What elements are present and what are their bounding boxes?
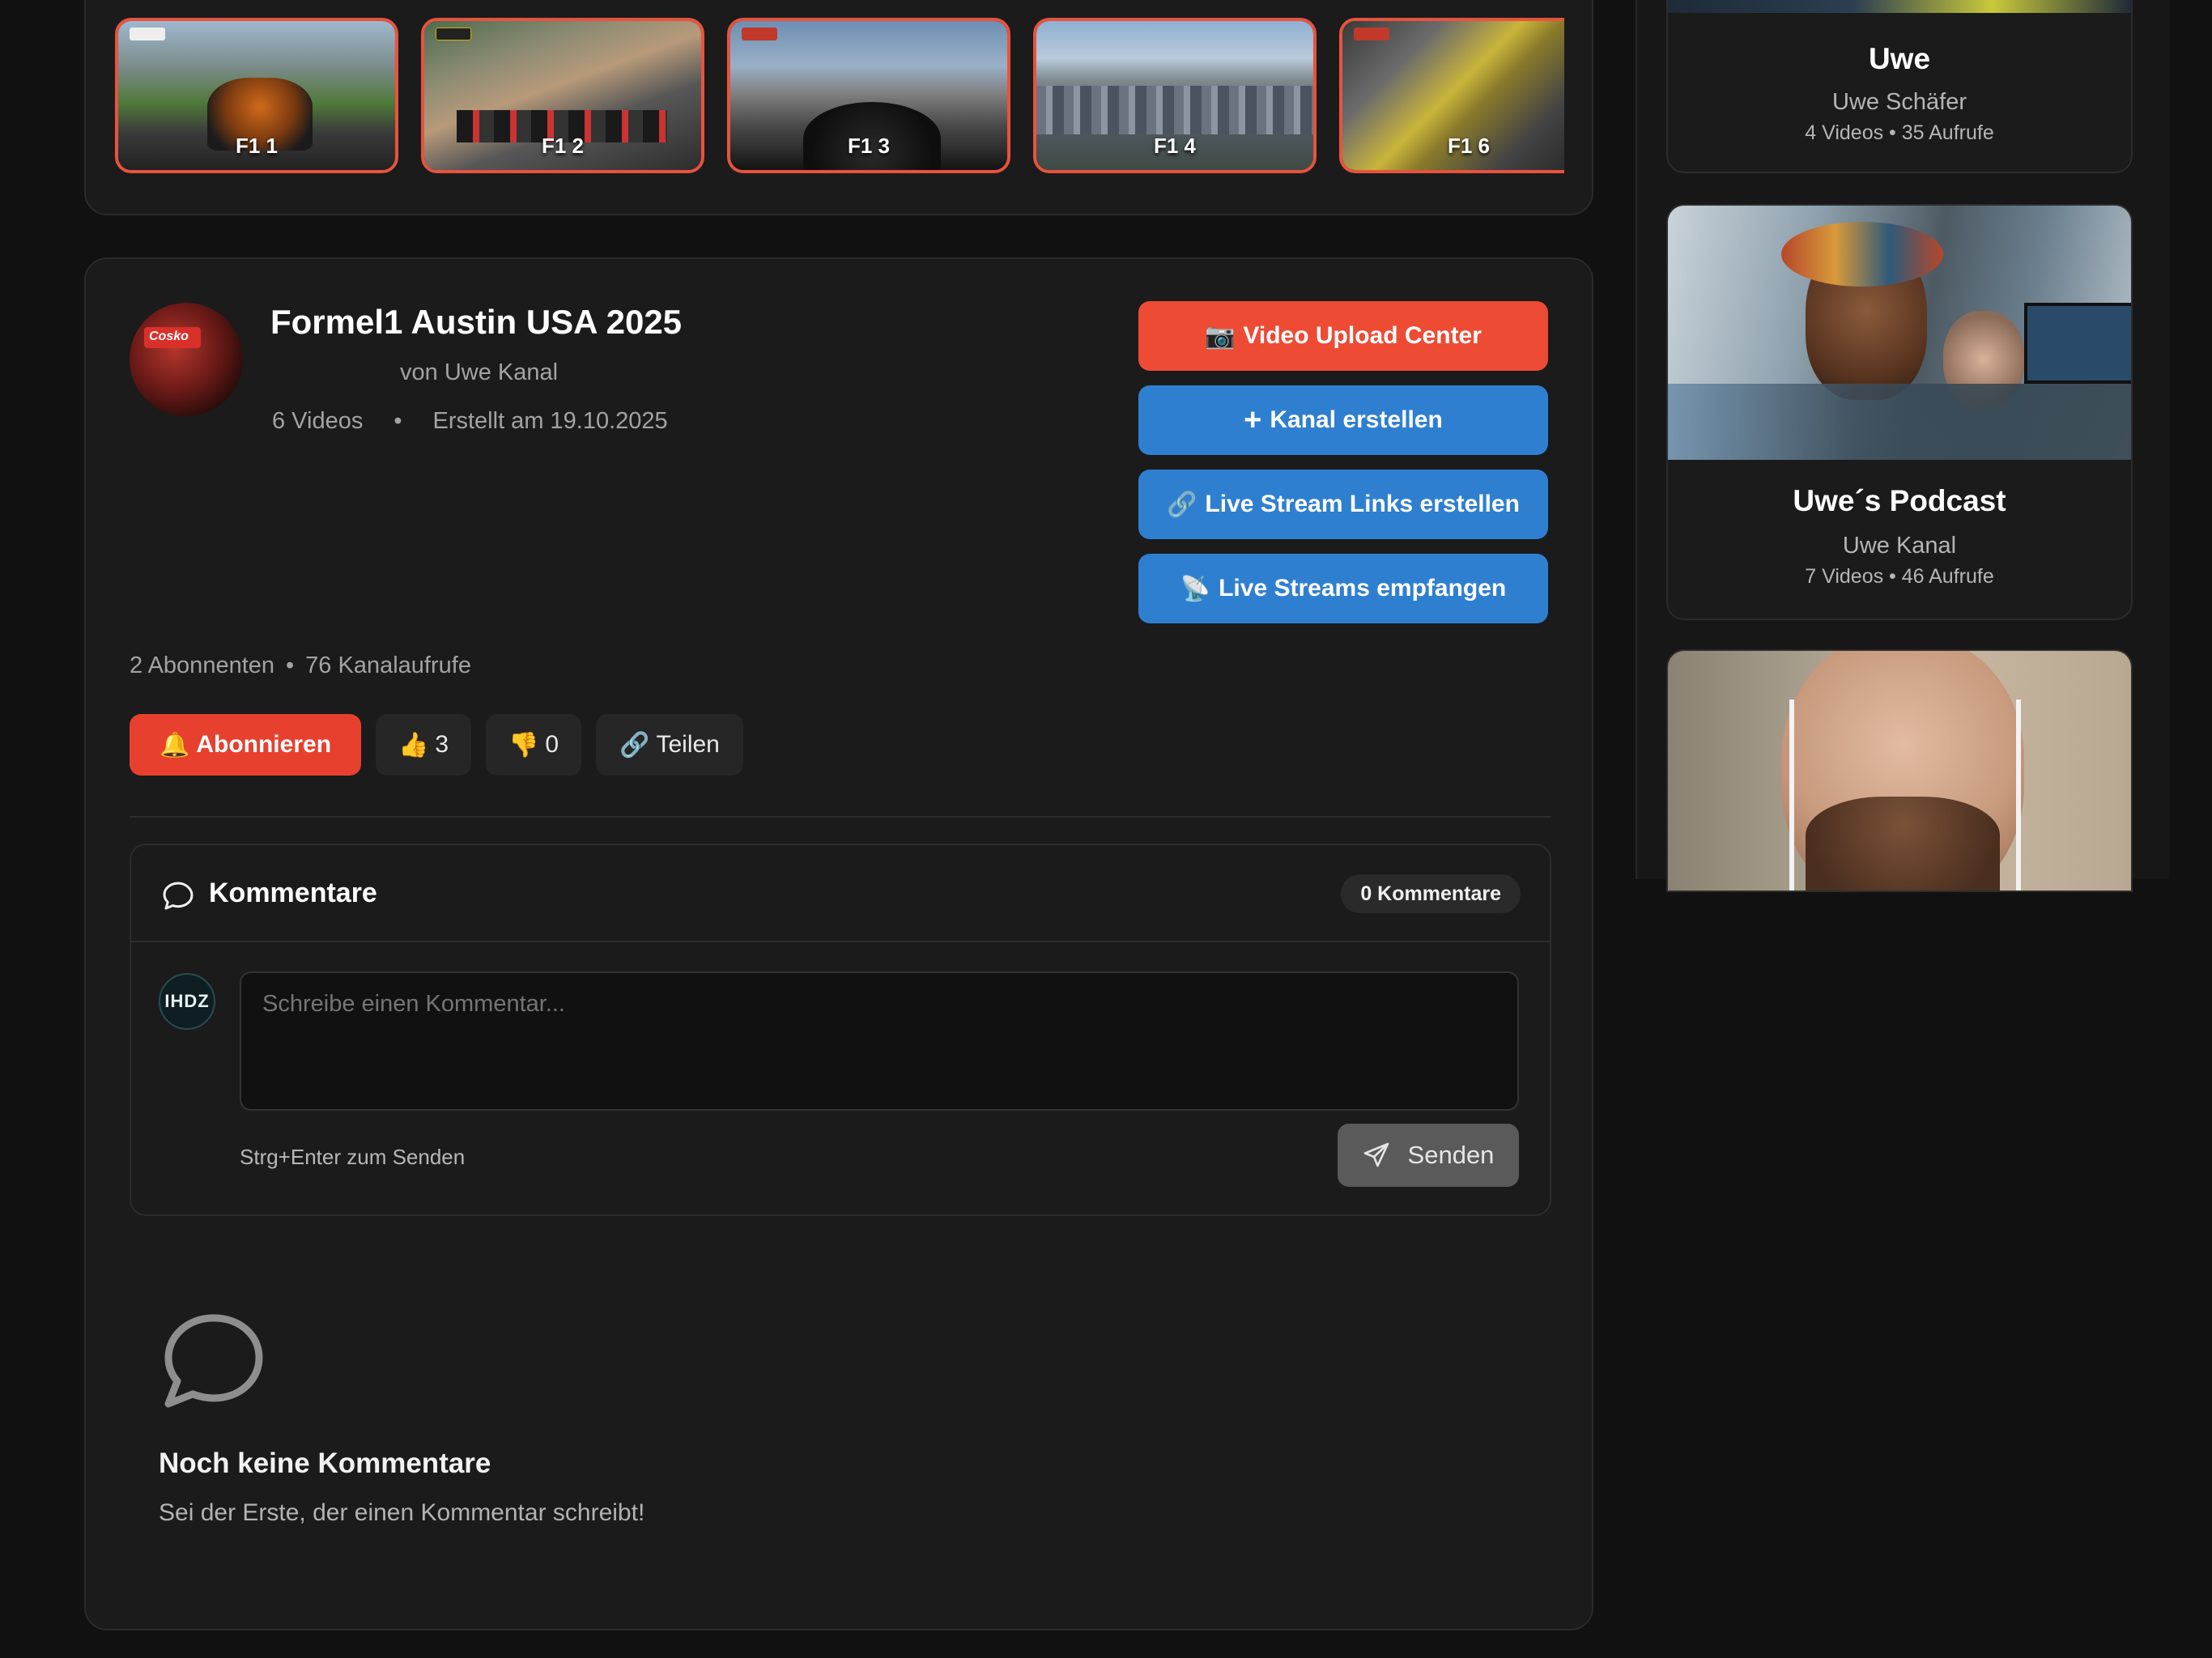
create-channel-button[interactable]: + Kanal erstellen — [1138, 385, 1548, 455]
channel-owner: Uwe Schäfer — [1831, 89, 1967, 115]
channel-meta: 7 Videos • 46 Aufrufe — [1805, 565, 1994, 588]
satellite-icon: 📡 — [1180, 575, 1211, 602]
button-label: Senden — [1407, 1141, 1495, 1169]
avatar-sign: Cosko — [144, 327, 201, 348]
thumbnail-video-3[interactable]: F1 3 — [727, 18, 1010, 173]
comments-title: Kommentare — [209, 878, 377, 908]
subscriber-count: 2 Abonnenten — [130, 653, 275, 678]
channel-card-3[interactable] — [1666, 649, 2133, 892]
like-button[interactable]: 👍 3 — [376, 714, 471, 776]
subscribe-button[interactable]: 🔔 Abonnieren — [130, 714, 361, 776]
empty-comments-icon — [164, 1314, 263, 1408]
page: F1 1 F1 2 F1 3 F1 4 F1 6 Cosko Formel1 A… — [0, 0, 2212, 1658]
share-button[interactable]: 🔗 Teilen — [596, 714, 743, 776]
send-shortcut-hint: Strg+Enter zum Senden — [240, 1145, 466, 1169]
channel-thumbnail — [1668, 0, 2131, 13]
stats-separator: • — [286, 653, 295, 678]
channel-thumbnail — [1668, 206, 2131, 460]
comment-input[interactable] — [240, 971, 1519, 1111]
receive-live-streams-button[interactable]: 📡 Live Streams empfangen — [1138, 554, 1548, 623]
playlist-detail-card: Cosko Formel1 Austin USA 2025 von Uwe Ka… — [84, 257, 1593, 1630]
button-label: Video Upload Center — [1243, 322, 1482, 349]
channel-meta: 4 Videos • 35 Aufrufe — [1805, 121, 1994, 144]
dislike-count: 0 — [545, 731, 559, 758]
channel-owner: Uwe Kanal — [1842, 533, 1957, 559]
thumbnail-label: F1 4 — [1153, 134, 1197, 158]
thumbnail-scroller[interactable]: F1 1 F1 2 F1 3 F1 4 F1 6 — [115, 18, 1564, 173]
channel-stats: 2 Abonnenten • 76 Kanalaufrufe — [130, 653, 471, 679]
like-count: 3 — [435, 731, 449, 758]
thumbnail-label: F1 1 — [235, 134, 279, 158]
current-user-avatar: IHDZ — [159, 973, 215, 1030]
channel-views: 76 Kanalaufrufe — [305, 653, 471, 678]
thumbnail-video-1[interactable]: F1 1 — [115, 18, 398, 173]
thumbnail-video-4[interactable]: F1 4 — [1033, 18, 1317, 173]
playlist-meta: 6 Videos • Erstellt am 19.10.2025 — [272, 408, 668, 435]
channel-card-uwe[interactable]: Uwe Uwe Schäfer 4 Videos • 35 Aufrufe — [1666, 0, 2133, 173]
channel-card-uwes-podcast[interactable]: Uwe´s Podcast Uwe Kanal 7 Videos • 46 Au… — [1666, 204, 2133, 620]
channel-thumbnail — [1668, 651, 2131, 891]
button-label: Abonnieren — [196, 731, 332, 758]
related-channels-sidebar: Uwe Uwe Schäfer 4 Videos • 35 Aufrufe Uw… — [1636, 0, 2170, 892]
thumbs-up-icon: 👍 — [398, 731, 429, 759]
thumbnail-video-2[interactable]: F1 2 — [421, 18, 704, 173]
thumbnail-label: F1 6 — [1447, 134, 1491, 158]
video-count: 6 Videos — [272, 408, 364, 434]
button-label: Live Stream Links erstellen — [1205, 491, 1520, 517]
playlist-title: Formel1 Austin USA 2025 — [270, 303, 683, 341]
comments-header: Kommentare 0 Kommentare — [131, 845, 1550, 942]
playlist-byline[interactable]: von Uwe Kanal — [400, 359, 558, 386]
thumbnail-video-6[interactable]: F1 6 — [1339, 18, 1564, 173]
button-label: Teilen — [656, 731, 720, 758]
playlist-thumbnail-strip: F1 1 F1 2 F1 3 F1 4 F1 6 — [84, 0, 1593, 215]
send-comment-button[interactable]: Senden — [1338, 1124, 1519, 1187]
dislike-button[interactable]: 👎 0 — [486, 714, 581, 776]
send-icon — [1363, 1142, 1389, 1167]
button-label: Live Streams empfangen — [1219, 575, 1507, 602]
channel-avatar[interactable]: Cosko — [130, 303, 243, 416]
comment-bubble-icon — [163, 882, 194, 910]
channel-name: Uwe´s Podcast — [1793, 484, 2006, 517]
channel-name: Uwe — [1868, 42, 1931, 75]
video-upload-center-button[interactable]: 📷 Video Upload Center — [1138, 301, 1548, 371]
link-icon: 🔗 — [1167, 491, 1197, 518]
bell-icon: 🔔 — [159, 731, 190, 759]
create-live-stream-links-button[interactable]: 🔗 Live Stream Links erstellen — [1138, 470, 1548, 539]
thumbnail-label: F1 2 — [541, 134, 585, 158]
thumbnail-label: F1 3 — [847, 134, 891, 158]
link-icon: 🔗 — [619, 731, 650, 759]
empty-comments-subtitle: Sei der Erste, der einen Kommentar schre… — [159, 1499, 645, 1526]
comments-panel: Kommentare 0 Kommentare IHDZ Strg+Enter … — [130, 844, 1551, 1216]
camera-icon: 📷 — [1205, 322, 1236, 350]
thumbs-down-icon: 👎 — [508, 731, 539, 759]
meta-separator: • — [393, 408, 402, 434]
created-date: Erstellt am 19.10.2025 — [432, 408, 668, 434]
button-label: Kanal erstellen — [1270, 406, 1443, 433]
empty-comments-title: Noch keine Kommentare — [159, 1448, 491, 1479]
plus-icon: + — [1244, 402, 1262, 437]
comment-count-badge: 0 Kommentare — [1341, 874, 1521, 913]
section-divider — [130, 816, 1551, 818]
